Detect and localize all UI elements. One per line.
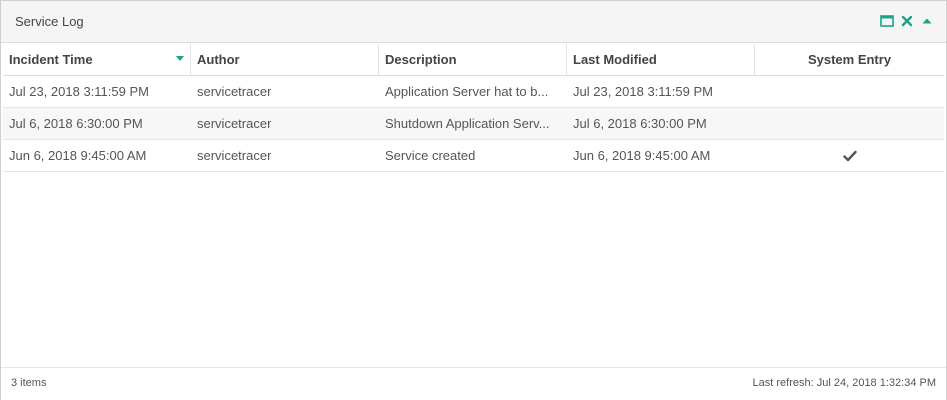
cell-last-modified: Jul 23, 2018 3:11:59 PM <box>573 84 713 99</box>
panel-title: Service Log <box>15 14 84 29</box>
maximize-icon[interactable] <box>880 14 894 28</box>
panel-tools <box>880 13 934 29</box>
cell-incident-time: Jul 23, 2018 3:11:59 PM <box>9 84 149 99</box>
table-row[interactable]: Jun 6, 2018 9:45:00 AM servicetracer Ser… <box>3 140 944 172</box>
cell-description: Shutdown Application Serv... <box>385 116 550 131</box>
column-header-label: System Entry <box>807 52 892 67</box>
cell-author: servicetracer <box>197 116 272 131</box>
column-header-last-modified[interactable]: Last Modified <box>567 44 755 75</box>
cell-last-modified: Jul 6, 2018 6:30:00 PM <box>573 116 707 131</box>
service-log-grid: Incident Time Author Description Last Mo… <box>3 44 944 172</box>
column-header-system-entry[interactable]: System Entry <box>755 44 944 75</box>
cell-system-entry <box>755 108 944 139</box>
grid-header: Incident Time Author Description Last Mo… <box>3 44 944 76</box>
cell-system-entry <box>755 76 944 107</box>
cell-incident-time: Jul 6, 2018 6:30:00 PM <box>9 116 143 131</box>
collapse-icon[interactable] <box>920 14 934 28</box>
sort-desc-icon <box>176 56 184 61</box>
column-header-description[interactable]: Description <box>379 44 567 75</box>
cell-system-entry <box>755 140 944 171</box>
panel-footer: 3 items Last refresh: Jul 24, 2018 1:32:… <box>1 367 946 400</box>
cell-last-modified: Jun 6, 2018 9:45:00 AM <box>573 148 711 163</box>
cell-author: servicetracer <box>197 84 272 99</box>
table-row[interactable]: Jul 23, 2018 3:11:59 PM servicetracer Ap… <box>3 76 944 108</box>
cell-incident-time: Jun 6, 2018 9:45:00 AM <box>9 148 147 163</box>
column-header-label: Description <box>385 52 457 67</box>
cell-author: servicetracer <box>197 148 272 163</box>
column-header-label: Incident Time <box>9 52 93 67</box>
column-header-label: Last Modified <box>573 52 657 67</box>
checkmark-icon <box>842 150 857 162</box>
cell-description: Service created <box>385 148 476 163</box>
service-log-panel: Service Log Incident Time Author Descrip… <box>0 0 947 400</box>
table-row[interactable]: Jul 6, 2018 6:30:00 PM servicetracer Shu… <box>3 108 944 140</box>
last-refresh-text: Last refresh: Jul 24, 2018 1:32:34 PM <box>752 377 936 389</box>
cell-description: Application Server hat to b... <box>385 84 549 99</box>
column-header-incident-time[interactable]: Incident Time <box>3 44 191 75</box>
close-icon[interactable] <box>900 14 914 28</box>
column-header-author[interactable]: Author <box>191 44 379 75</box>
items-count: 3 items <box>11 377 47 389</box>
column-header-label: Author <box>197 52 240 67</box>
panel-header: Service Log <box>1 1 946 43</box>
